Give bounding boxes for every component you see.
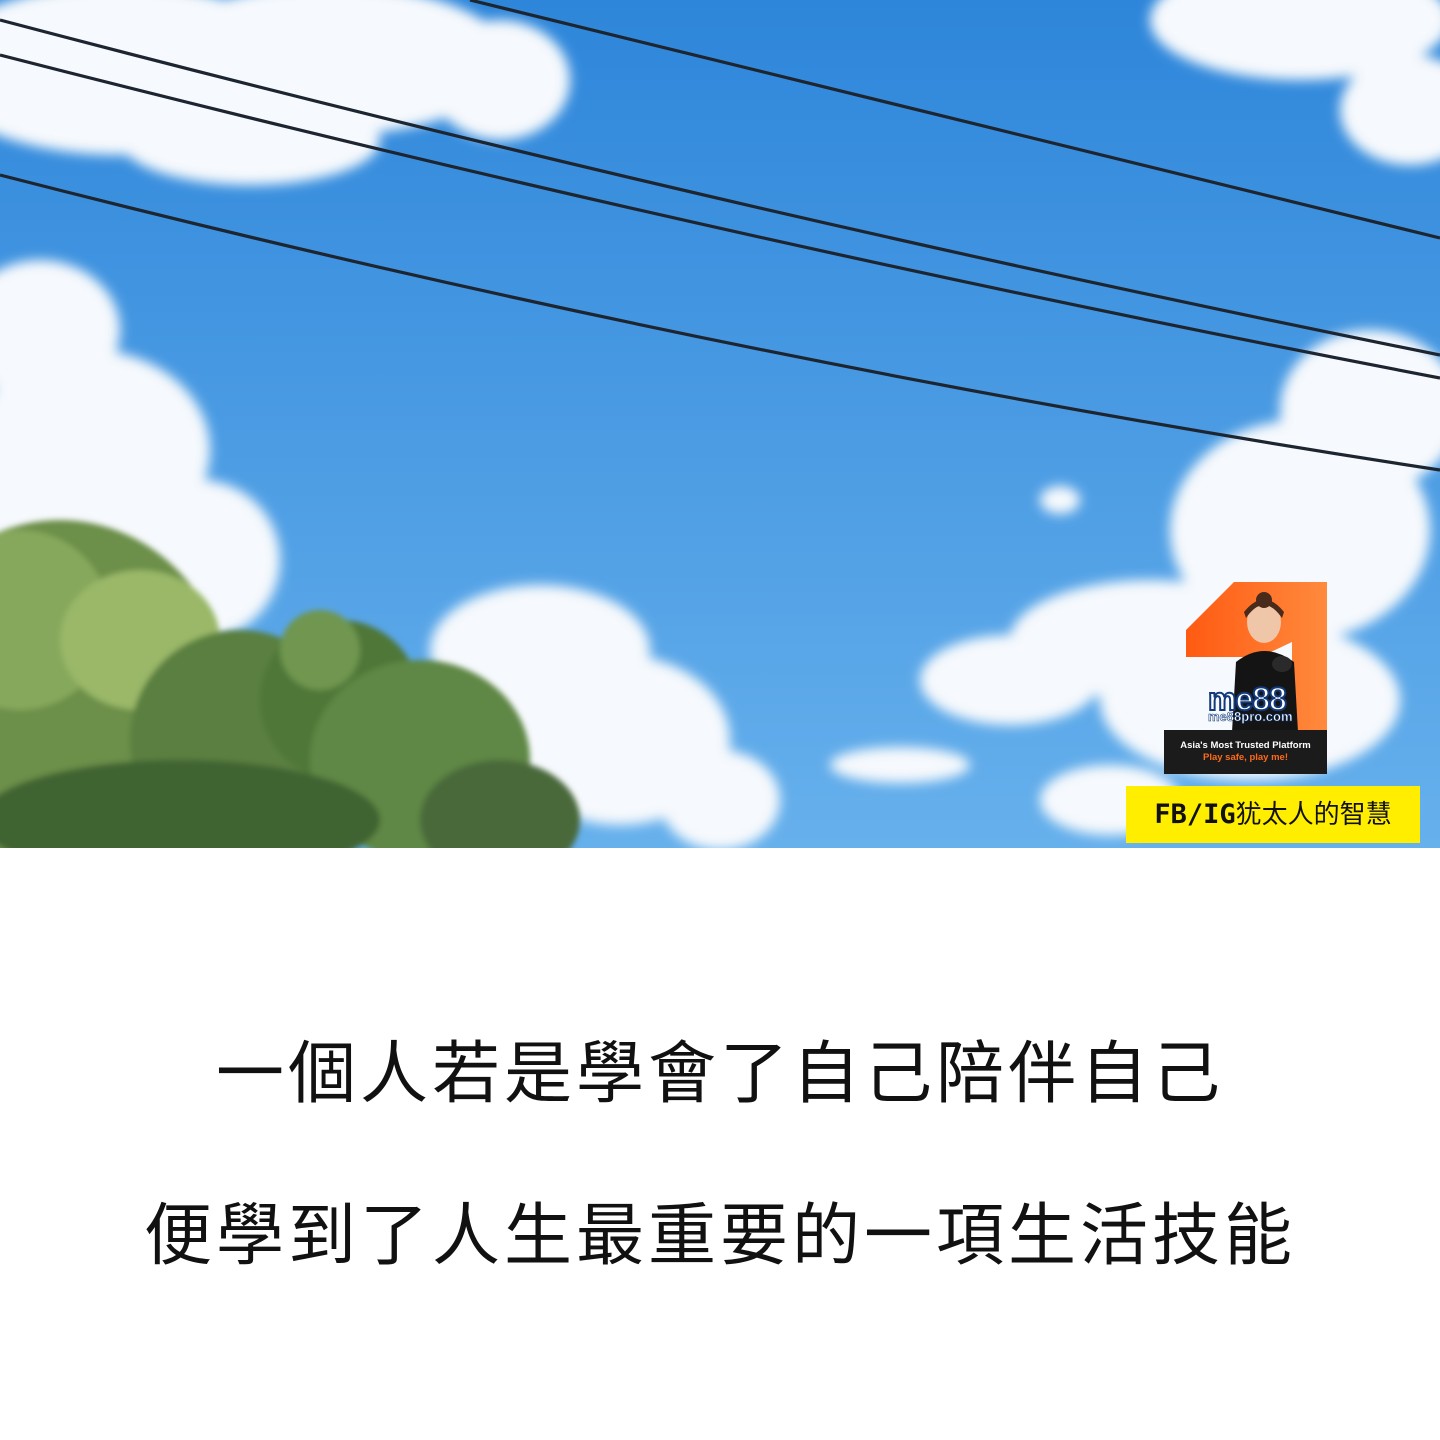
caption-line-2: 便學到了人生最重要的一項生活技能 — [143, 1197, 1296, 1276]
watermark-name: 犹太人的智慧 — [1235, 800, 1392, 830]
ad-tagline-panel: Asia's Most Trusted Platform Play safe, … — [1164, 730, 1327, 774]
social-watermark: FB/IG犹太人的智慧 — [1126, 786, 1420, 843]
sponsor-badge[interactable]: me88 me88pro.com Asia's Most Trusted Pla… — [1164, 582, 1327, 774]
ad-slogan: Play safe, play me! — [1202, 752, 1289, 763]
ad-tagline: Asia's Most Trusted Platform — [1180, 740, 1311, 751]
watermark-prefix: FB/IG — [1154, 799, 1236, 830]
caption-line-1: 一個人若是學會了自己陪伴自己 — [215, 1035, 1224, 1114]
ad-site-url: me88pro.com — [1208, 709, 1293, 724]
